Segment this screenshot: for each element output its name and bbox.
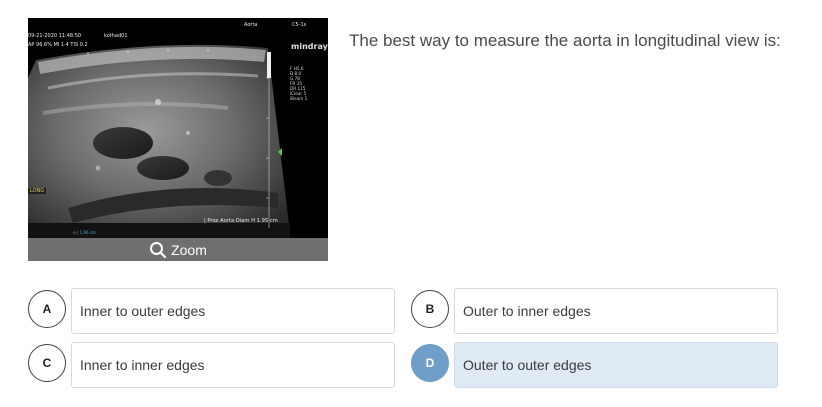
scale-tag: o-| 1.96 cm <box>73 230 96 235</box>
scan-operator: kothad01 <box>104 33 128 39</box>
orientation-tag: LONG <box>28 188 47 194</box>
option-letter: B <box>411 290 449 328</box>
option-box[interactable]: Inner to outer edges <box>71 288 395 334</box>
scan-params: F H5.6 D 8.0 G 78 FR 35 DR 115 iClear 5 … <box>290 66 307 101</box>
magnifier-icon <box>150 241 167 258</box>
brand-logo: mindray <box>291 42 328 51</box>
scan-param: iBeam 1 <box>290 96 308 101</box>
ultrasound-image[interactable]: 09-21-2020 11:48:50 kothad01 AP 96.6% MI… <box>28 18 328 261</box>
option-text: Outer to inner edges <box>463 303 591 319</box>
scan-header-label: Aorta <box>244 22 258 28</box>
answer-option-d[interactable]: D Outer to outer edges <box>411 342 781 388</box>
zoom-button[interactable]: Zoom <box>28 238 328 261</box>
option-letter: D <box>411 344 449 382</box>
question-text: The best way to measure the aorta in lon… <box>349 31 781 50</box>
option-text: Inner to inner edges <box>80 357 205 373</box>
option-box[interactable]: Outer to inner edges <box>454 288 778 334</box>
scan-info-line: AP 96.6% MI 1.4 TIS 0.2 <box>28 42 88 48</box>
option-text: Outer to outer edges <box>463 357 592 373</box>
measurement-readout: | Prox Aorta Diam H 1.95 cm <box>204 218 278 224</box>
answer-option-c[interactable]: C Inner to inner edges <box>28 342 398 388</box>
option-letter: C <box>28 344 66 382</box>
scan-timestamp: 09-21-2020 11:48:50 <box>28 33 82 39</box>
option-letter: A <box>28 290 66 328</box>
option-box[interactable]: Outer to outer edges <box>454 342 778 388</box>
option-box[interactable]: Inner to inner edges <box>71 342 395 388</box>
ultrasound-scan <box>28 18 328 238</box>
probe-label: C5-1s <box>292 22 307 28</box>
answer-option-a[interactable]: A Inner to outer edges <box>28 288 398 334</box>
option-text: Inner to outer edges <box>80 303 206 319</box>
zoom-label: Zoom <box>171 241 207 258</box>
answer-option-b[interactable]: B Outer to inner edges <box>411 288 781 334</box>
